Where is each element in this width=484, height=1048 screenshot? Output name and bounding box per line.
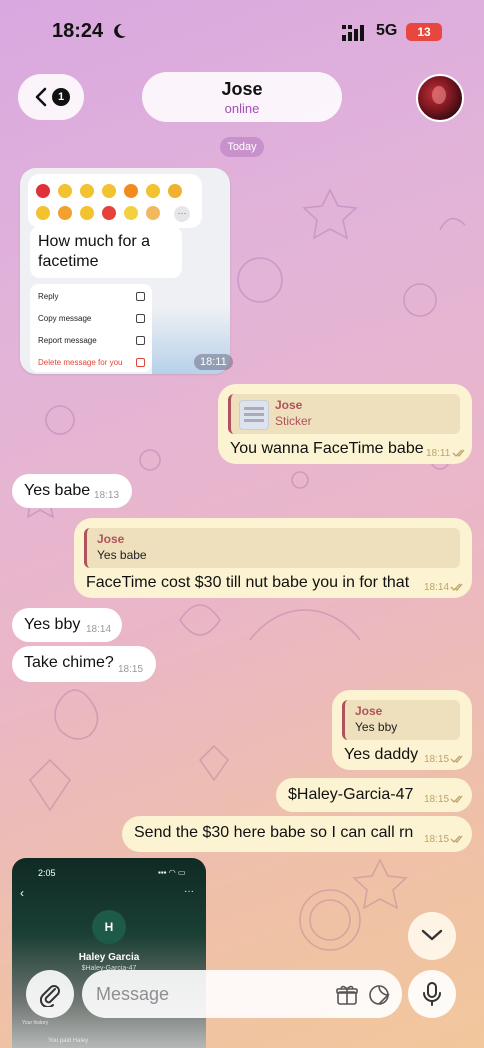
message-text: Yes babe — [24, 482, 91, 499]
reply-author: Jose — [97, 532, 125, 546]
incoming-message[interactable]: Yes babe 18:13 — [12, 474, 132, 508]
chevron-down-icon — [421, 929, 443, 941]
fire-emoji-icon — [124, 184, 138, 198]
reply-preview[interactable]: Jose Yes bby — [342, 700, 460, 740]
trash-icon — [136, 358, 145, 367]
outgoing-message[interactable]: Jose Yes bby Yes daddy 18:15 — [332, 690, 472, 770]
gift-icon[interactable] — [336, 984, 358, 1006]
reply-preview[interactable]: Jose Sticker — [228, 394, 460, 434]
laugh-emoji-icon — [58, 184, 72, 198]
contact-avatar[interactable] — [416, 74, 464, 122]
message-time: 18:15 — [424, 794, 450, 805]
message-text: Take chime? — [24, 654, 114, 671]
preview-status-icons: ▪▪▪ ◠ ▭ — [158, 868, 186, 877]
sticker-icon[interactable] — [368, 984, 390, 1006]
attach-button[interactable] — [26, 970, 74, 1018]
message-time: 18:15 — [424, 834, 450, 845]
thumbs-up-emoji-icon — [146, 184, 160, 198]
outgoing-message[interactable]: Send the $30 here babe so I can call rn … — [122, 816, 472, 852]
hundred-emoji-icon — [102, 206, 116, 220]
message-text: $Haley-Garcia-47 — [288, 786, 414, 803]
date-separator: Today — [220, 137, 264, 157]
message-time: 18:14 — [86, 624, 112, 635]
signal-icon — [342, 25, 364, 41]
smile-emoji-icon — [36, 206, 50, 220]
chevron-left-icon: ‹ — [20, 886, 24, 900]
reply-author: Jose — [355, 704, 383, 718]
heart-eyes-emoji-icon — [58, 206, 72, 220]
more-icon: ··· — [184, 886, 194, 897]
microphone-button[interactable] — [408, 970, 456, 1018]
incoming-message[interactable]: Take chime? 18:15 — [12, 646, 156, 682]
battery-indicator: 13 — [406, 23, 442, 41]
reply-preview[interactable]: Jose Yes babe — [84, 528, 460, 568]
menu-item-copy: Copy message — [38, 314, 92, 323]
scroll-down-button[interactable] — [408, 912, 456, 960]
reply-text: Yes bby — [355, 720, 398, 734]
menu-item-delete: Delete message for you — [38, 358, 123, 367]
status-bar: 18:24 5G 13 — [0, 0, 484, 62]
context-menu: Reply Copy message Report message Delete… — [30, 284, 152, 372]
read-check-icon — [452, 449, 465, 457]
message-text: You wanna FaceTime babe — [230, 440, 424, 457]
microphone-icon — [423, 982, 441, 1006]
chevron-left-icon — [35, 87, 47, 107]
message-text: Yes daddy — [344, 746, 419, 763]
contact-status: online — [224, 101, 260, 116]
reply-author: Jose — [275, 398, 303, 412]
reply-text: Sticker — [275, 414, 312, 428]
message-time: 18:15 — [424, 754, 450, 765]
more-reactions-icon: ··· — [174, 206, 190, 222]
reply-icon — [136, 292, 145, 301]
read-check-icon — [450, 755, 463, 763]
message-time: 18:13 — [94, 490, 120, 501]
reply-text: Yes babe — [97, 548, 147, 562]
message-time: 18:11 — [194, 354, 233, 370]
party-emoji-icon — [124, 206, 138, 220]
sad-emoji-icon — [102, 184, 116, 198]
payment-row: You paid Haley — [48, 1038, 89, 1044]
copy-icon — [136, 314, 145, 323]
paperclip-icon — [39, 985, 60, 1007]
chat-title[interactable]: Jose online — [142, 72, 342, 122]
network-label: 5G — [376, 22, 398, 39]
read-check-icon — [450, 583, 463, 591]
outgoing-message[interactable]: Jose Sticker You wanna FaceTime babe 18:… — [218, 384, 472, 464]
moon-icon — [114, 23, 126, 38]
preview-time: 2:05 — [38, 868, 56, 878]
thumbs-down-emoji-icon — [168, 184, 182, 198]
sticker-thumbnail — [239, 400, 269, 430]
back-button[interactable]: 1 — [18, 74, 84, 120]
reaction-bar: ··· — [28, 174, 202, 228]
history-label: Your history — [22, 1020, 49, 1026]
message-text: FaceTime cost $30 till nut babe you in f… — [86, 574, 410, 591]
menu-item-reply: Reply — [38, 292, 59, 301]
wow-emoji-icon — [80, 184, 94, 198]
recipient-name: Haley Garcia — [78, 952, 140, 963]
message-time: 18:14 — [424, 582, 450, 593]
payment-screenshot-message[interactable]: 2:05 ▪▪▪ ◠ ▭ ‹ ··· H Haley Garcia $Haley… — [12, 858, 206, 1048]
message-text: Yes bby — [24, 616, 81, 633]
incoming-message[interactable]: Yes bby 18:14 — [12, 608, 122, 642]
message-time: 18:11 — [426, 448, 451, 459]
read-check-icon — [450, 795, 463, 803]
read-check-icon — [450, 835, 463, 843]
contact-name: Jose — [221, 79, 263, 99]
recipient-avatar: H — [92, 910, 126, 944]
status-time: 18:24 — [52, 20, 104, 42]
pray-emoji-icon — [146, 206, 160, 220]
grin-emoji-icon — [80, 206, 94, 220]
quoted-message: How much for a facetime — [30, 226, 182, 278]
message-text: Send the $30 here babe so I can call rn — [134, 824, 414, 841]
menu-item-report: Report message — [38, 336, 97, 345]
flag-icon — [136, 336, 145, 345]
outgoing-message[interactable]: $Haley-Garcia-47 18:15 — [276, 778, 472, 812]
heart-emoji-icon — [36, 184, 50, 198]
message-time: 18:15 — [118, 664, 144, 675]
unread-badge: 1 — [52, 88, 70, 106]
outgoing-message[interactable]: Jose Yes babe FaceTime cost $30 till nut… — [74, 518, 472, 598]
image-message[interactable]: ··· How much for a facetime Reply Copy m… — [20, 168, 230, 374]
